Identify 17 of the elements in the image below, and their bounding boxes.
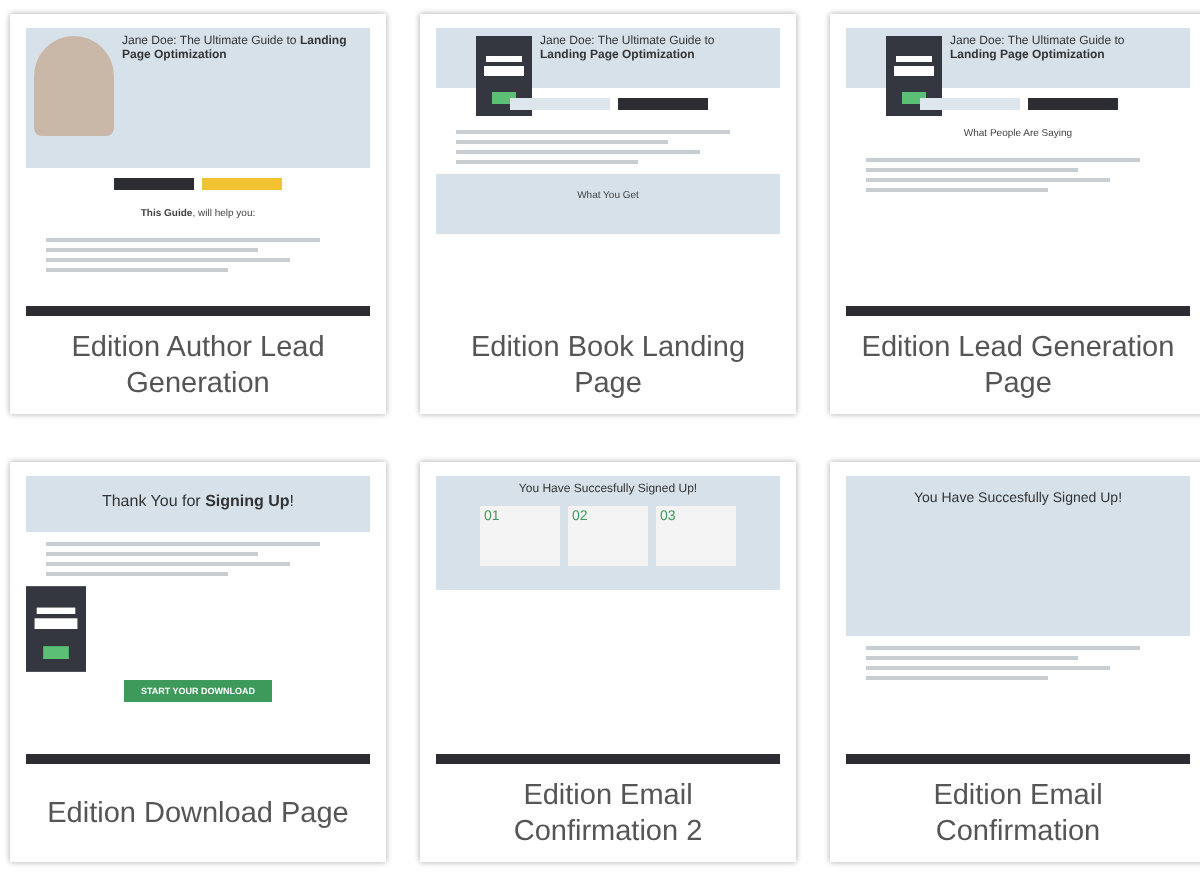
preview-button <box>509 98 609 110</box>
template-title: Edition Email Confirmation 2 <box>511 777 705 851</box>
preview-heading: Thank You for Signing Up! <box>101 492 295 512</box>
template-title: Edition Lead Generation Page <box>859 329 1177 403</box>
template-title: Edition Book Landing Page <box>468 329 748 403</box>
template-title: Edition Author Lead Generation <box>69 329 327 403</box>
preview-button <box>202 178 282 190</box>
book-cover-icon <box>26 586 86 672</box>
preview-button <box>617 98 707 110</box>
book-cover-icon <box>476 36 532 116</box>
preview-button <box>919 98 1019 110</box>
template-title: Edition Download Page <box>45 795 351 833</box>
template-title: Edition Email Confirmation <box>931 777 1105 851</box>
preview-button <box>114 178 194 190</box>
preview-button <box>1027 98 1117 110</box>
photo-placeholder <box>34 36 114 136</box>
book-cover-icon <box>886 36 942 116</box>
